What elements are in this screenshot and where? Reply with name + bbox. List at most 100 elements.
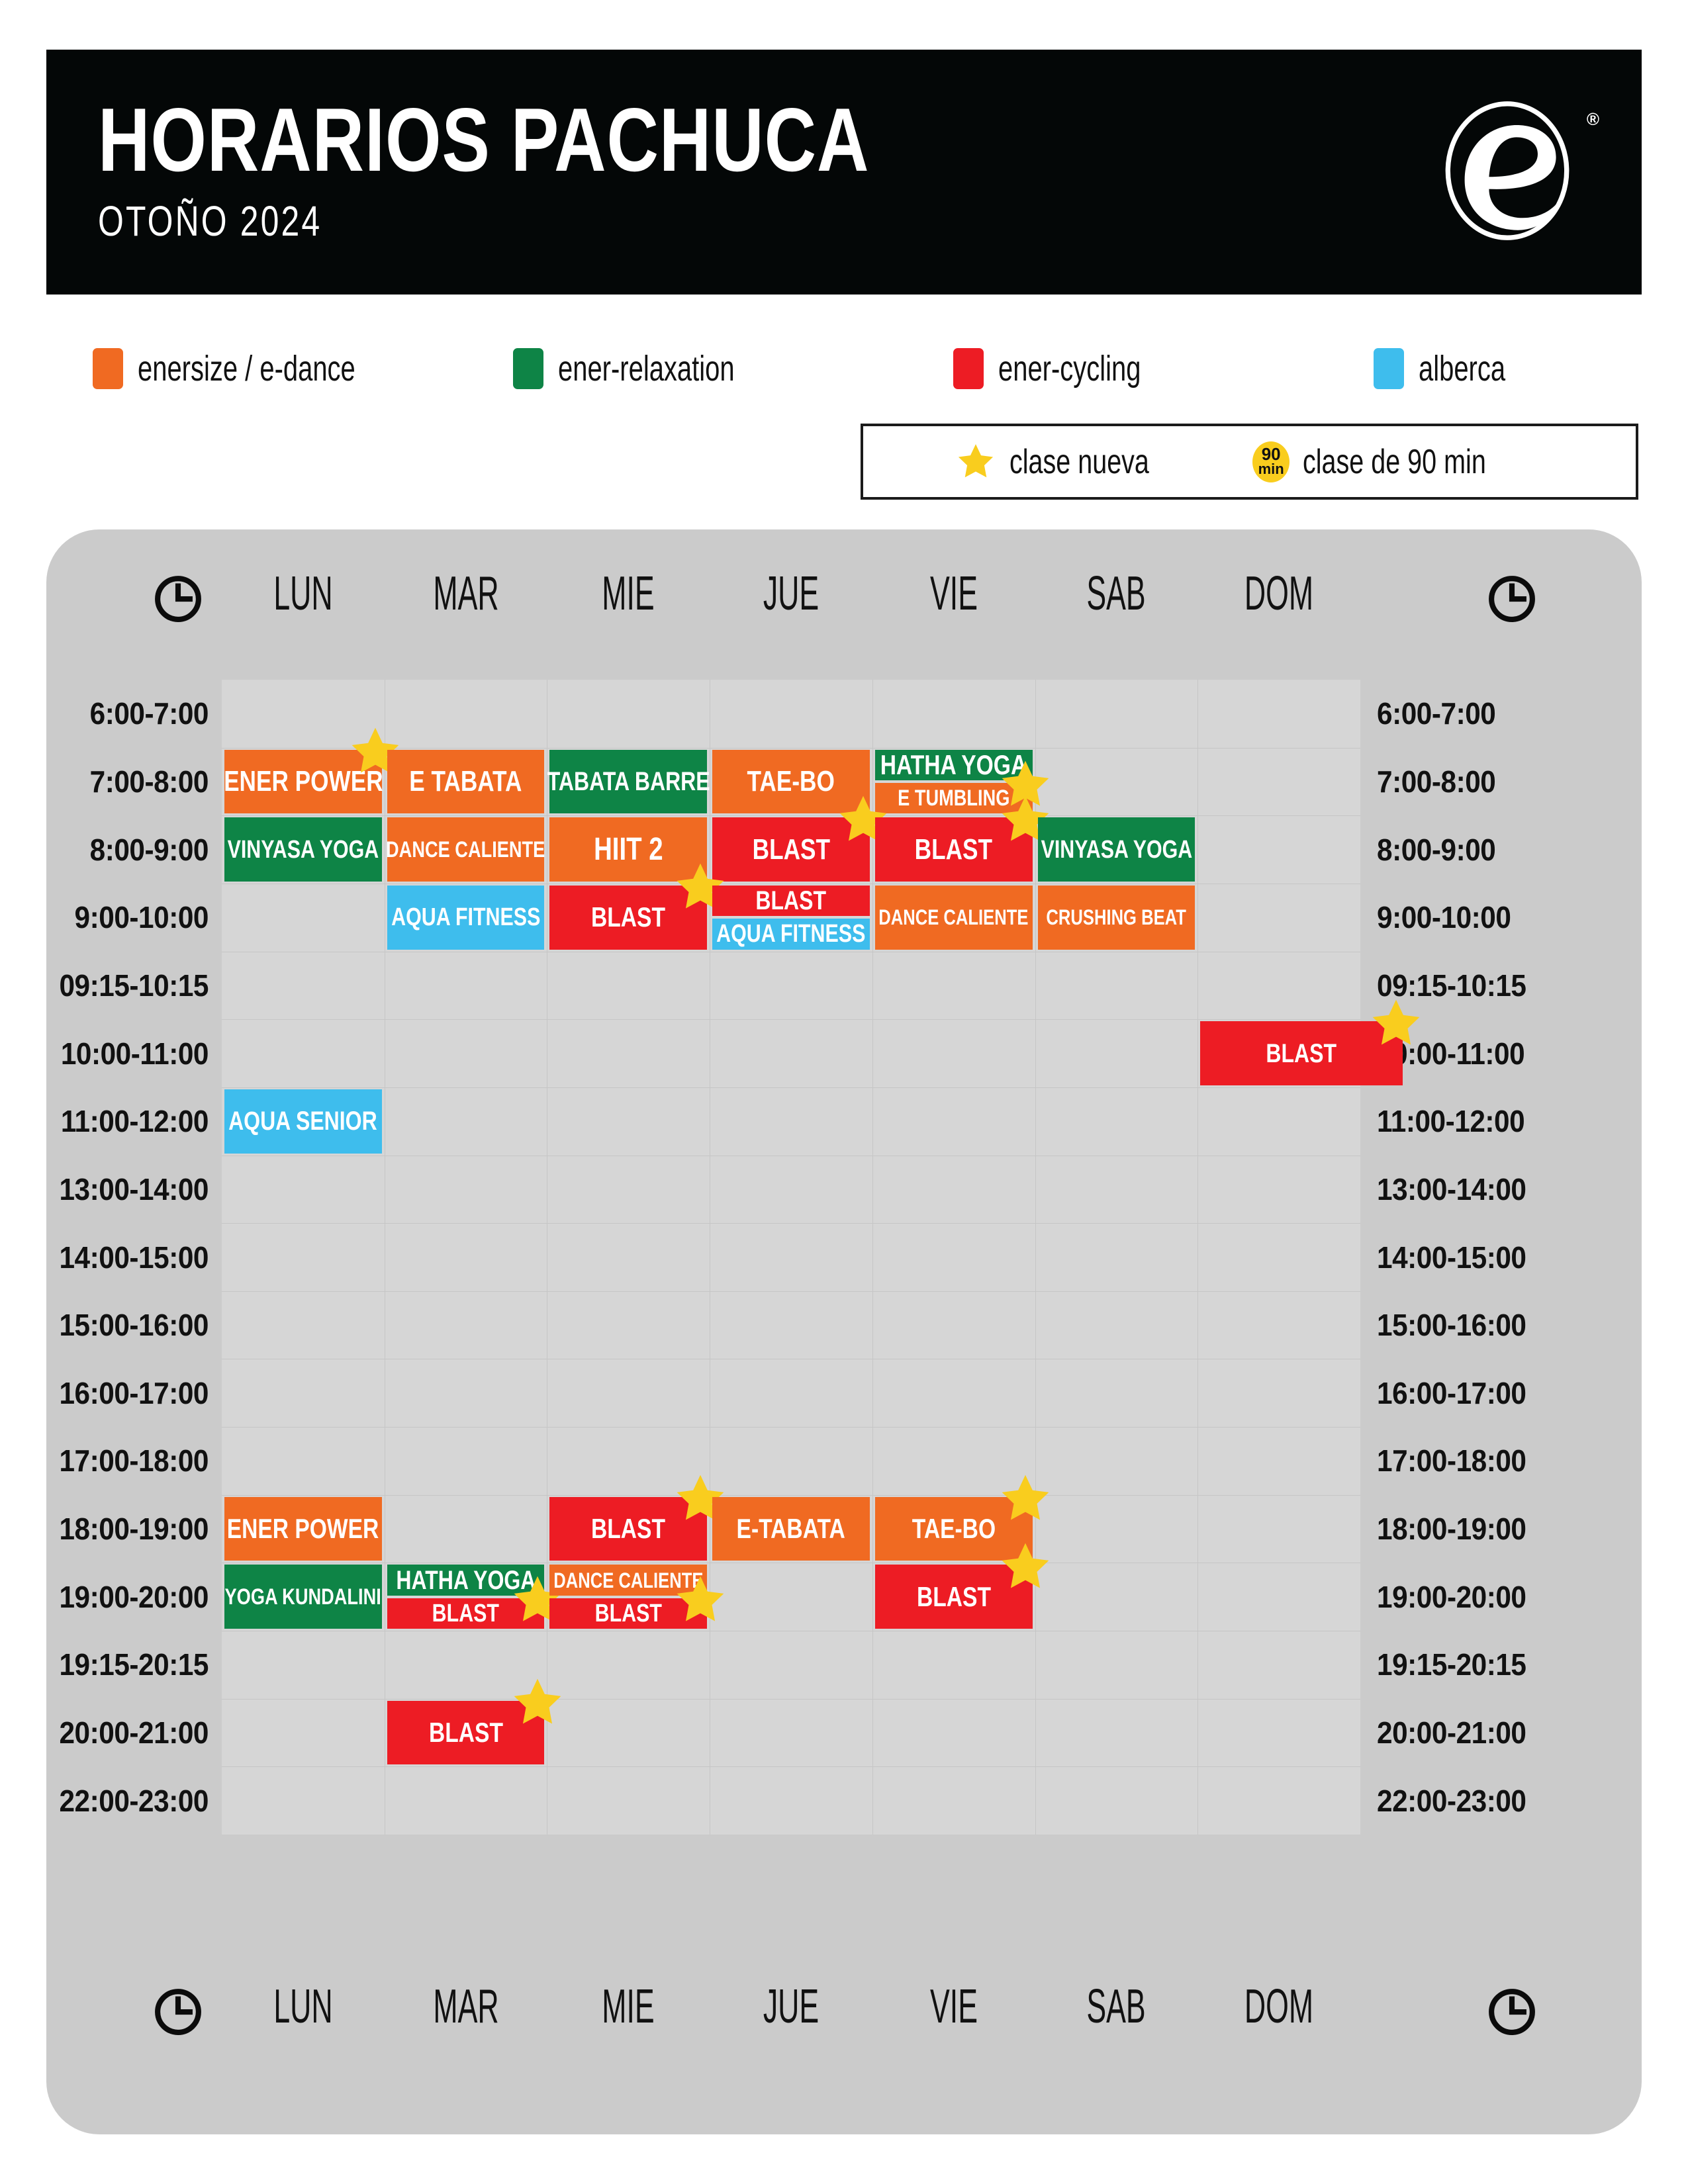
header-text-group: HORARIOS PACHUCA OTOÑO 2024 bbox=[46, 95, 1062, 247]
class-block[interactable]: VINYASA YOGA bbox=[224, 817, 382, 882]
grid-column-line bbox=[1197, 680, 1199, 1835]
legend-category-label: ener-relaxation bbox=[558, 349, 735, 388]
day-header-dom: DOM bbox=[1244, 567, 1314, 620]
legend-category-label: ener-cycling bbox=[998, 349, 1141, 388]
time-label-right: 15:00-16:00 bbox=[1377, 1308, 1526, 1343]
page-subtitle: OTOÑO 2024 bbox=[98, 197, 322, 245]
time-label-left: 13:00-14:00 bbox=[59, 1171, 209, 1206]
time-label-left: 19:00-20:00 bbox=[59, 1579, 209, 1614]
class-block-label: AQUA FITNESS bbox=[391, 903, 541, 932]
class-block[interactable]: DANCE CALIENTE bbox=[874, 885, 1033, 950]
grid-row-line bbox=[222, 1698, 1360, 1700]
time-label-right: 13:00-14:00 bbox=[1377, 1171, 1526, 1206]
star-icon bbox=[1002, 1475, 1049, 1520]
clock-icon bbox=[1489, 576, 1535, 622]
class-block-label: E TUMBLING bbox=[898, 786, 1010, 811]
grid-row-line bbox=[222, 1223, 1360, 1224]
class-block[interactable]: AQUA SENIOR bbox=[224, 1089, 382, 1154]
day-header-lun: LUN bbox=[273, 1980, 333, 2033]
day-header-lun: LUN bbox=[273, 567, 333, 620]
class-block-label: BLAST bbox=[752, 833, 830, 866]
legend-category-label: alberca bbox=[1419, 349, 1506, 388]
grid-row-line bbox=[222, 1766, 1360, 1768]
day-header-vie: VIE bbox=[929, 1980, 978, 2033]
class-block[interactable]: BLAST bbox=[712, 885, 870, 917]
class-block-label: ENER POWER bbox=[227, 1513, 379, 1545]
time-label-left: 19:15-20:15 bbox=[59, 1647, 209, 1682]
class-block-label: BLAST bbox=[1266, 1038, 1337, 1068]
legend-new-class: clase nueva bbox=[955, 441, 1194, 482]
time-label-left: 11:00-12:00 bbox=[60, 1104, 209, 1139]
class-block-label: E TABATA bbox=[409, 764, 522, 797]
grid-row-line bbox=[222, 1494, 1360, 1496]
class-block-label: TABATA BARRE bbox=[547, 766, 710, 796]
class-block-label: BLAST bbox=[432, 1599, 500, 1627]
day-header-bottom: LUN MAR MIE JUE VIE SAB DOM bbox=[46, 1976, 1642, 2048]
clock-icon-right bbox=[1486, 573, 1538, 625]
class-block[interactable]: TABATA BARRE bbox=[547, 749, 710, 814]
legend-color-swatch bbox=[1374, 348, 1404, 389]
class-block-label: BLAST bbox=[591, 901, 666, 933]
time-label-left: 09:15-10:15 bbox=[59, 968, 209, 1003]
class-block-label: VINYASA YOGA bbox=[227, 835, 379, 864]
class-block[interactable]: E TABATA bbox=[387, 749, 545, 814]
class-block[interactable]: DANCE CALIENTE bbox=[386, 817, 545, 882]
time-label-right: 19:15-20:15 bbox=[1377, 1647, 1526, 1682]
class-block-label: TAE-BO bbox=[747, 764, 835, 797]
class-block[interactable]: YOGA KUNDALINI bbox=[224, 1565, 382, 1629]
registered-mark-icon: ® bbox=[1586, 109, 1599, 129]
day-header-mar: MAR bbox=[432, 1980, 499, 2033]
time-label-right: 8:00-9:00 bbox=[1377, 832, 1496, 867]
time-label-left: 7:00-8:00 bbox=[89, 764, 209, 799]
legend-90min-class: 90 min clase de 90 min bbox=[1252, 441, 1544, 482]
schedule-poster: HORARIOS PACHUCA OTOÑO 2024 ® enersize /… bbox=[0, 0, 1688, 2184]
new-class-star-icon bbox=[1368, 996, 1424, 1052]
time-label-right: 14:00-15:00 bbox=[1377, 1240, 1526, 1275]
clock-icon-left bbox=[152, 573, 204, 625]
class-block[interactable]: AQUA FITNESS bbox=[712, 919, 870, 950]
class-block-label: BLAST bbox=[755, 886, 827, 916]
legend-color-swatch bbox=[953, 348, 984, 389]
clock-icon-right bbox=[1486, 1986, 1538, 2038]
star-icon bbox=[958, 443, 993, 477]
legend-90min-label: clase de 90 min bbox=[1303, 442, 1486, 481]
class-block[interactable]: ENER POWER bbox=[224, 1496, 382, 1561]
time-label-left: 16:00-17:00 bbox=[59, 1375, 209, 1410]
time-label-left: 9:00-10:00 bbox=[74, 900, 209, 935]
class-block[interactable]: AQUA FITNESS bbox=[387, 885, 545, 950]
grid-column-line bbox=[1035, 680, 1036, 1835]
day-header-mie: MIE bbox=[602, 567, 655, 620]
day-header-dom: DOM bbox=[1244, 1980, 1314, 2033]
grid-row-line bbox=[222, 815, 1360, 817]
grid-row-line bbox=[222, 1291, 1360, 1292]
class-block-label: YOGA KUNDALINI bbox=[224, 1584, 381, 1610]
day-header-vie: VIE bbox=[929, 567, 978, 620]
day-header-mar: MAR bbox=[432, 567, 499, 620]
star-icon bbox=[1372, 999, 1420, 1045]
time-label-right: 17:00-18:00 bbox=[1377, 1443, 1526, 1479]
new-class-star-icon bbox=[998, 1471, 1053, 1527]
clock-icon bbox=[155, 576, 201, 622]
class-block[interactable]: E-TABATA bbox=[712, 1496, 870, 1561]
class-block-label: VINYASA YOGA bbox=[1041, 835, 1192, 864]
marker-legend: clase nueva 90 min clase de 90 min bbox=[861, 424, 1638, 500]
time-label-right: 7:00-8:00 bbox=[1377, 764, 1496, 799]
brand-logo: ® bbox=[1431, 95, 1642, 250]
class-block-label: BLAST bbox=[428, 1717, 503, 1749]
clock-icon bbox=[155, 1989, 201, 2035]
grid-row-line bbox=[222, 1427, 1360, 1428]
class-block-label: DANCE CALIENTE bbox=[386, 837, 545, 862]
grid-column-line bbox=[872, 680, 873, 1835]
badge-bottom-text: min bbox=[1258, 461, 1284, 478]
time-label-left: 18:00-19:00 bbox=[59, 1512, 209, 1547]
star-icon bbox=[677, 1576, 724, 1621]
legend-item-ener-cycling: ener-cycling bbox=[953, 348, 1191, 389]
class-block[interactable]: CRUSHING BEAT bbox=[1037, 885, 1196, 950]
new-class-star-icon bbox=[673, 1572, 728, 1628]
time-label-right: 16:00-17:00 bbox=[1377, 1375, 1526, 1410]
class-block[interactable]: VINYASA YOGA bbox=[1037, 817, 1196, 882]
category-legend: enersize / e-dance ener-relaxation ener-cy… bbox=[93, 348, 1635, 401]
legend-new-class-label: clase nueva bbox=[1009, 442, 1149, 481]
legend-item-alberca: alberca bbox=[1374, 348, 1536, 389]
new-class-star-icon bbox=[510, 1675, 565, 1731]
